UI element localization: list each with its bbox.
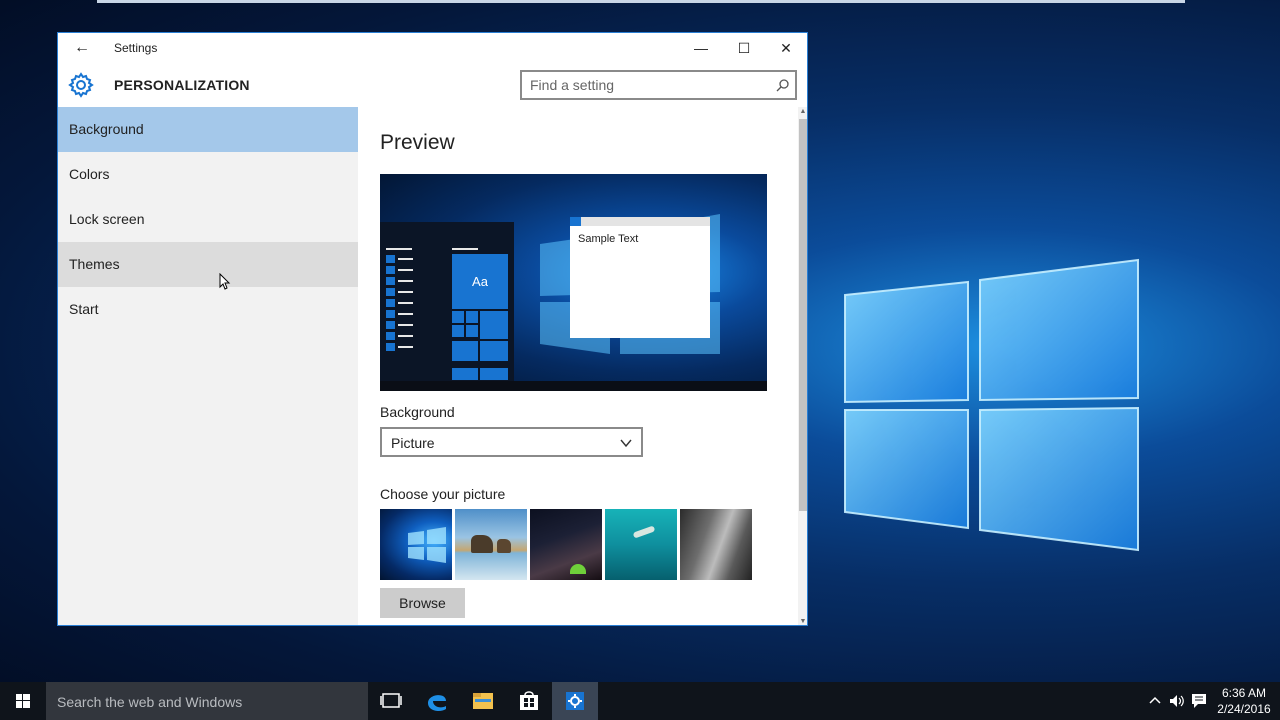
- tent-glow-shape: [570, 564, 586, 574]
- preview-tile-large: Aa: [452, 254, 508, 309]
- preview-list-icon: [386, 343, 395, 351]
- windows-logo-icon: [408, 527, 446, 563]
- sidebar-item-themes[interactable]: Themes: [58, 242, 358, 287]
- preview-tile: [452, 311, 464, 323]
- preview-menu-line: [398, 335, 413, 337]
- store-icon[interactable]: [506, 682, 552, 720]
- back-arrow-icon[interactable]: ←: [72, 38, 92, 58]
- taskbar-search-text: Search the web and Windows: [57, 694, 243, 710]
- browse-button[interactable]: Browse: [380, 588, 465, 618]
- preview-tile: [452, 368, 478, 380]
- taskbar: Search the web and Windows 6:36 AM 2/24/…: [0, 682, 1280, 720]
- preview-list-icon: [386, 288, 395, 296]
- vertical-scrollbar[interactable]: ▲ ▼: [798, 107, 807, 625]
- gear-icon: [68, 72, 94, 98]
- picture-thumbnail-underwater-swimmer[interactable]: [605, 509, 677, 580]
- preview-sample-text: Sample Text: [578, 233, 639, 245]
- clock-time: 6:36 AM: [1221, 686, 1267, 700]
- desktop-preview: Aa Sample Text: [380, 174, 767, 391]
- maximize-button[interactable]: ☐: [722, 33, 766, 63]
- task-view-icon[interactable]: [368, 682, 414, 720]
- minimize-button[interactable]: —: [679, 33, 723, 63]
- preview-menu-line: [398, 346, 413, 348]
- sidebar-item-lock-screen[interactable]: Lock screen: [58, 197, 358, 242]
- content-pane: Preview Aa Sample Text Background Pictur…: [358, 107, 798, 625]
- preview-menu-line: [398, 258, 413, 260]
- preview-menu-line: [398, 269, 413, 271]
- preview-menu-line: [398, 302, 413, 304]
- settings-header: PERSONALIZATION: [58, 63, 807, 107]
- window-title: Settings: [114, 41, 158, 55]
- picture-thumbnail-beach-rocks[interactable]: [455, 509, 527, 580]
- preview-tile: [466, 325, 478, 337]
- settings-window: ← Settings — ☐ ✕ PERSONALIZATION Backgro…: [57, 32, 808, 626]
- sidebar-item-background[interactable]: Background: [58, 107, 358, 152]
- preview-tile: [480, 311, 508, 339]
- preview-tile: [480, 341, 508, 361]
- preview-list-icon: [386, 321, 395, 329]
- sidebar-item-colors[interactable]: Colors: [58, 152, 358, 197]
- preview-tile: [452, 325, 464, 337]
- search-input[interactable]: [530, 77, 760, 93]
- preview-tile: [480, 368, 508, 380]
- file-explorer-icon[interactable]: [460, 682, 506, 720]
- sidebar-item-start[interactable]: Start: [58, 287, 358, 332]
- settings-icon[interactable]: [552, 682, 598, 720]
- preview-list-icon: [386, 266, 395, 274]
- speaker-icon[interactable]: [1168, 691, 1186, 711]
- preview-window-bar: [570, 217, 710, 226]
- preview-window-accent: [570, 217, 581, 226]
- preview-tile: [452, 341, 478, 361]
- preview-list-icon: [386, 277, 395, 285]
- system-clock[interactable]: 6:36 AM 2/24/2016: [1214, 685, 1274, 717]
- rock-shape: [497, 539, 511, 553]
- scroll-up-arrow-icon[interactable]: ▲: [798, 107, 807, 117]
- sidebar: Background Colors Lock screen Themes Sta…: [58, 107, 358, 625]
- picture-thumbnail-windows-hero[interactable]: [380, 509, 452, 580]
- preview-heading: Preview: [380, 131, 455, 154]
- picture-thumbnail-night-sky[interactable]: [530, 509, 602, 580]
- chevron-up-icon[interactable]: [1146, 691, 1164, 711]
- edge-icon[interactable]: [414, 682, 460, 720]
- preview-list-icon: [386, 255, 395, 263]
- search-icon[interactable]: [776, 78, 790, 92]
- scroll-down-arrow-icon[interactable]: ▼: [798, 617, 807, 625]
- clock-date: 2/24/2016: [1217, 702, 1271, 716]
- rock-shape: [471, 535, 493, 553]
- mouse-cursor-icon: [219, 273, 231, 290]
- start-windows-icon[interactable]: [0, 682, 46, 720]
- close-button[interactable]: ✕: [764, 33, 807, 63]
- preview-list-icon: [386, 310, 395, 318]
- search-box[interactable]: [520, 70, 797, 100]
- preview-taskbar: [380, 381, 767, 391]
- preview-menu-line: [398, 313, 413, 315]
- picture-thumbnail-rock-cliff[interactable]: [680, 509, 752, 580]
- preview-menu-line: [398, 280, 413, 282]
- preview-menu-line: [452, 248, 478, 250]
- choose-picture-label: Choose your picture: [380, 486, 506, 502]
- chevron-down-icon: [620, 439, 632, 448]
- page-title: PERSONALIZATION: [114, 77, 250, 93]
- background-select[interactable]: Picture: [380, 427, 643, 457]
- top-strip: [97, 0, 1185, 3]
- scrollbar-thumb[interactable]: [799, 119, 807, 511]
- preview-menu-line: [398, 291, 413, 293]
- action-center-icon[interactable]: [1190, 691, 1208, 711]
- preview-menu-line: [398, 324, 413, 326]
- background-select-value: Picture: [391, 435, 435, 451]
- title-bar: ← Settings — ☐ ✕: [58, 33, 807, 63]
- preview-list-icon: [386, 299, 395, 307]
- preview-menu-line: [386, 248, 412, 250]
- preview-tile: [466, 311, 478, 323]
- preview-window: Sample Text: [570, 217, 710, 338]
- preview-list-icon: [386, 332, 395, 340]
- background-label: Background: [380, 404, 455, 420]
- desktop-windows-logo: [844, 258, 1139, 552]
- swimmer-shape: [632, 525, 656, 539]
- taskbar-search-box[interactable]: Search the web and Windows: [46, 682, 368, 720]
